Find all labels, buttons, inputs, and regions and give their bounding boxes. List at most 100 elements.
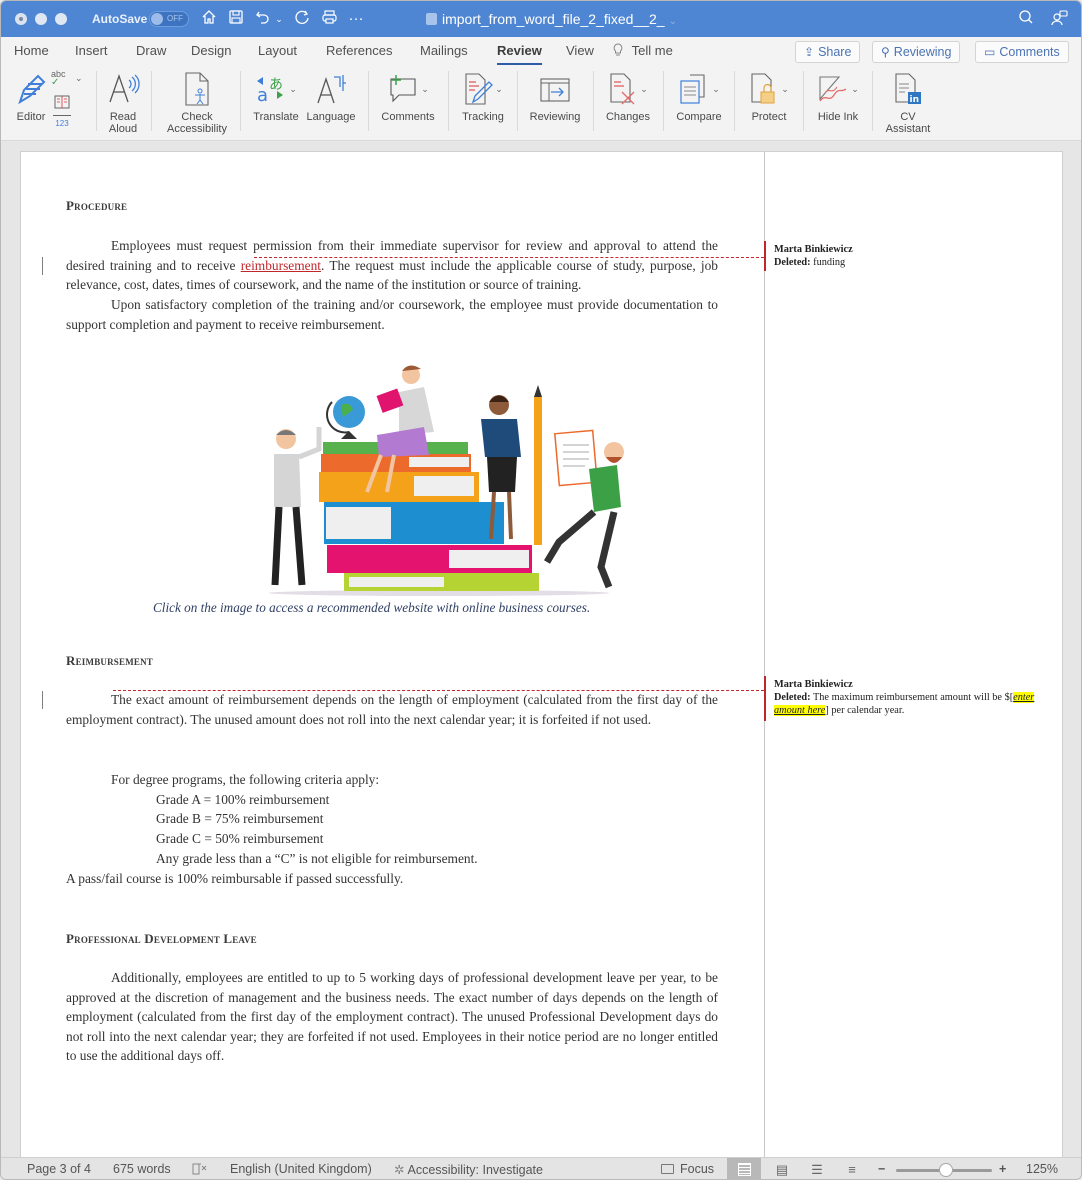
save-icon[interactable] — [227, 9, 245, 29]
tab-review[interactable]: Review — [497, 43, 542, 65]
tab-design[interactable]: Design — [191, 43, 231, 58]
compare-chevron-down-icon[interactable]: ⌄ — [712, 83, 720, 95]
accessibility-status[interactable]: ✲ Accessibility: Investigate — [394, 1162, 543, 1177]
search-icon[interactable] — [1017, 9, 1035, 29]
reimbursement-paragraph[interactable]: The exact amount of reimbursement depend… — [66, 690, 718, 729]
compare-button[interactable]: ⌄ Compare — [672, 71, 726, 123]
inserted-text-reimbursement[interactable]: reimbursement — [241, 258, 321, 273]
thesaurus-button[interactable] — [53, 95, 71, 112]
zoom-level[interactable]: 125% — [1026, 1162, 1058, 1176]
proofing-icon[interactable] — [192, 1162, 208, 1179]
ribbon-separator — [368, 71, 369, 131]
criteria-grade-b[interactable]: Grade B = 75% reimbursement — [66, 809, 718, 829]
hide-ink-button[interactable]: ⌄ Hide Ink — [811, 71, 865, 123]
read-aloud-icon — [101, 71, 145, 107]
heading-reimbursement: Reimbursement — [66, 653, 153, 668]
language-button[interactable]: Language — [305, 71, 357, 123]
home-icon[interactable] — [200, 9, 218, 29]
page-indicator[interactable]: Page 3 of 4 — [27, 1162, 91, 1176]
ribbon-separator — [872, 71, 873, 131]
comments-chevron-down-icon[interactable]: ⌄ — [421, 83, 429, 95]
tracking-button[interactable]: ⌄ Tracking — [457, 71, 509, 123]
tell-me-search[interactable]: Tell me — [613, 43, 673, 58]
revision-balloon-2[interactable]: Marta Binkiewicz Deleted: The maximum re… — [774, 678, 1044, 717]
tab-insert[interactable]: Insert — [75, 43, 108, 58]
changes-button[interactable]: ⌄ Changes — [602, 71, 654, 123]
language-label: Language — [306, 111, 356, 123]
tab-layout[interactable]: Layout — [258, 43, 297, 58]
thesaurus-book-icon — [54, 95, 70, 109]
spelling-grammar-button[interactable]: abc ✓ ⌄ — [51, 70, 91, 88]
tab-view[interactable]: View — [566, 43, 594, 58]
tab-draw[interactable]: Draw — [136, 43, 166, 58]
criteria-below-c[interactable]: Any grade less than a “C” is not eligibl… — [66, 849, 718, 869]
zoom-window-button[interactable] — [55, 13, 67, 25]
read-aloud-button[interactable]: Read Aloud — [101, 71, 145, 135]
revision-balloon-1[interactable]: Marta Binkiewicz Deleted: funding — [774, 243, 853, 269]
redo-icon[interactable] — [293, 9, 311, 29]
criteria-grade-c[interactable]: Grade C = 50% reimbursement — [66, 829, 718, 849]
language-icon — [305, 71, 357, 107]
hide-ink-chevron-down-icon[interactable]: ⌄ — [851, 83, 859, 95]
web-layout-view-button[interactable]: ▤ — [765, 1158, 799, 1179]
undo-dropdown-chevron-icon[interactable]: ⌄ — [274, 9, 284, 29]
zoom-slider-handle[interactable] — [938, 1163, 953, 1177]
accessibility-icon: ✲ — [394, 1163, 405, 1177]
more-icon[interactable]: ··· — [347, 9, 365, 29]
criteria-intro[interactable]: For degree programs, the following crite… — [66, 770, 718, 790]
reviewing-button[interactable]: ⚲ Reviewing — [872, 41, 961, 63]
language-indicator[interactable]: English (United Kingdom) — [230, 1162, 372, 1176]
changes-chevron-down-icon[interactable]: ⌄ — [640, 83, 648, 95]
word-window: AutoSave OFF ⌄ ··· import_from_word_file… — [0, 0, 1082, 1180]
protect-lock-icon: ⌄ — [743, 71, 795, 107]
protect-chevron-down-icon[interactable]: ⌄ — [781, 83, 789, 95]
zoom-in-button[interactable]: + — [999, 1162, 1006, 1176]
tracking-chevron-down-icon[interactable]: ⌄ — [495, 83, 503, 95]
tab-mailings[interactable]: Mailings — [420, 43, 468, 58]
document-title[interactable]: import_from_word_file_2_fixed__2_ ⌄ — [426, 11, 677, 27]
business-courses-illustration[interactable] — [249, 357, 624, 597]
tracking-label: Tracking — [462, 111, 504, 123]
zoom-out-button[interactable]: − — [878, 1162, 885, 1176]
word-count[interactable]: 675 words — [113, 1162, 171, 1176]
criteria-grade-a[interactable]: Grade A = 100% reimbursement — [66, 790, 718, 810]
spelling-chevron-down-icon[interactable]: ⌄ — [75, 72, 83, 84]
hide-ink-icon: ⌄ — [811, 71, 865, 107]
outline-view-button[interactable]: ☰ — [800, 1158, 834, 1179]
hide-ink-label: Hide Ink — [817, 111, 859, 123]
procedure-paragraph-2[interactable]: Upon satisfactory completion of the trai… — [66, 295, 718, 334]
comments-ribbon-button[interactable]: ⌄ Comments — [377, 71, 439, 123]
protect-button[interactable]: ⌄ Protect — [743, 71, 795, 123]
svg-text:あ: あ — [269, 77, 283, 93]
minimize-window-button[interactable] — [35, 13, 47, 25]
draft-view-button[interactable]: ≡ — [835, 1158, 869, 1179]
new-comment-icon: ⌄ — [377, 71, 439, 107]
translate-chevron-down-icon[interactable]: ⌄ — [289, 83, 297, 95]
cv-assistant-button[interactable]: in CV Assistant — [881, 71, 935, 135]
close-window-button[interactable] — [15, 13, 27, 25]
autosave-toggle[interactable]: OFF — [149, 11, 189, 27]
comments-label: Comments — [999, 45, 1060, 59]
tab-home[interactable]: Home — [14, 43, 49, 58]
reviewing-pane-button[interactable]: Reviewing — [526, 71, 584, 123]
tab-references[interactable]: References — [326, 43, 392, 58]
pdl-paragraph[interactable]: Additionally, employees are entitled to … — [66, 968, 718, 1066]
procedure-paragraph-1[interactable]: Employees must request permission from t… — [66, 236, 718, 295]
comments-header-button[interactable]: ▭ Comments — [975, 41, 1069, 63]
word-count-button[interactable]: 123 — [53, 115, 71, 130]
print-icon[interactable] — [320, 9, 338, 29]
print-layout-view-button[interactable] — [727, 1158, 761, 1179]
document-page[interactable]: Procedure Employees must request permiss… — [20, 151, 1063, 1162]
share-button[interactable]: ⇪ Share — [795, 41, 861, 63]
editor-button[interactable]: Editor — [11, 71, 51, 123]
undo-icon[interactable] — [254, 9, 272, 29]
pass-fail-statement[interactable]: A pass/fail course is 100% reimbursable … — [66, 869, 718, 889]
focus-mode-button[interactable]: Focus — [661, 1162, 714, 1176]
account-icon[interactable] — [1050, 9, 1070, 29]
check-accessibility-button[interactable]: Check Accessibility — [161, 71, 233, 135]
image-caption-link[interactable]: Click on the image to access a recommend… — [153, 598, 653, 618]
translate-button[interactable]: aあ ⌄ Translate — [250, 71, 302, 123]
track-changes-icon: ⌄ — [457, 71, 509, 107]
translate-label: Translate — [253, 111, 299, 123]
title-chevron-down-icon[interactable]: ⌄ — [669, 16, 677, 27]
